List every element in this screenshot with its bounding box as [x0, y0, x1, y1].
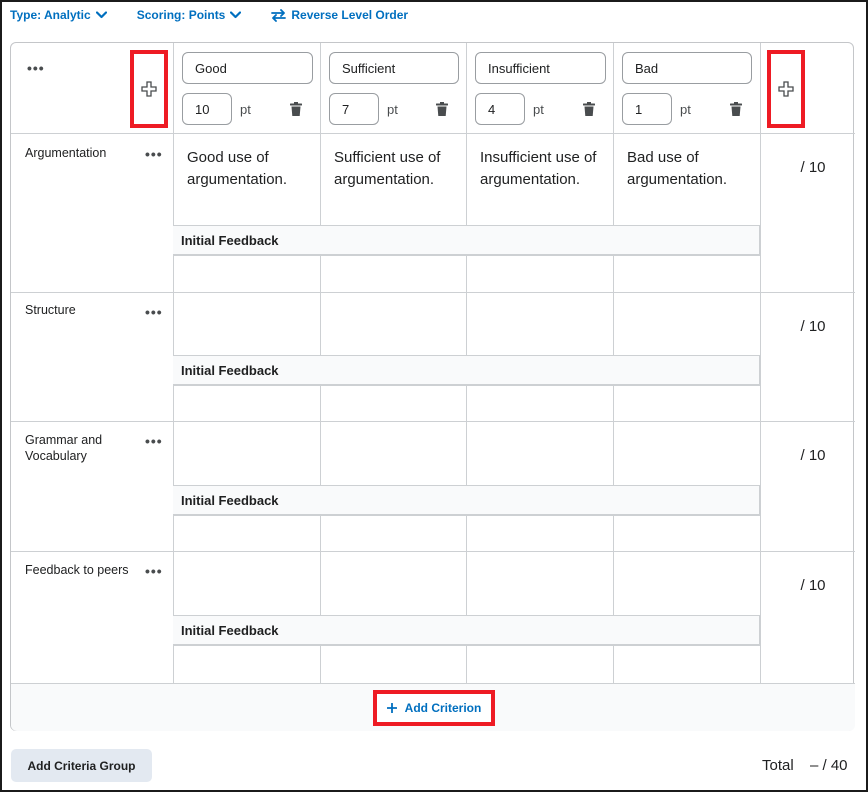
criterion-score: / 10: [800, 159, 826, 176]
level-points-input[interactable]: 7: [329, 93, 379, 125]
row-divider: [11, 421, 855, 422]
row-divider: [11, 551, 855, 552]
rubric-table: ••• Good 10 pt Sufficient 7 pt Insuffici…: [10, 42, 855, 731]
criterion-name[interactable]: Feedback to peers: [25, 562, 135, 578]
reverse-level-order-button[interactable]: Reverse Level Order: [271, 8, 408, 22]
initial-feedback-header: Initial Feedback: [173, 225, 760, 255]
criterion-score: / 10: [800, 577, 826, 594]
level-description[interactable]: Good use of argumentation.: [187, 147, 312, 191]
points-unit: pt: [240, 102, 251, 117]
level-name-input[interactable]: Sufficient: [329, 52, 459, 84]
criterion-name[interactable]: Structure: [25, 302, 135, 318]
header-more-options-icon[interactable]: •••: [27, 61, 45, 75]
total-value: – / 40: [810, 757, 848, 774]
plus-icon: [141, 81, 157, 97]
level-name-input[interactable]: Bad: [622, 52, 752, 84]
add-level-left-button[interactable]: [130, 50, 168, 128]
criterion-name[interactable]: Grammar and Vocabulary: [25, 432, 135, 464]
points-unit: pt: [533, 102, 544, 117]
row-divider: [173, 515, 760, 516]
trash-icon[interactable]: [583, 102, 595, 116]
level-name-input[interactable]: Insufficient: [475, 52, 606, 84]
criterion-score: / 10: [800, 318, 826, 335]
type-dropdown[interactable]: Type: Analytic: [10, 8, 107, 22]
reverse-level-order-label: Reverse Level Order: [291, 8, 409, 22]
level-description[interactable]: Bad use of argumentation.: [627, 147, 752, 191]
row-divider: [11, 292, 855, 293]
trash-icon[interactable]: [730, 102, 742, 116]
criterion-score: / 10: [800, 447, 826, 464]
points-unit: pt: [680, 102, 691, 117]
level-points-input[interactable]: 4: [475, 93, 525, 125]
criterion-name[interactable]: Argumentation: [25, 145, 135, 161]
initial-feedback-header: Initial Feedback: [173, 485, 760, 515]
add-criteria-group-button[interactable]: Add Criteria Group: [11, 749, 152, 782]
level-points-input[interactable]: 1: [622, 93, 672, 125]
chevron-down-icon: [230, 11, 242, 19]
points-unit: pt: [387, 102, 398, 117]
level-description[interactable]: Sufficient use of argumentation.: [334, 147, 459, 191]
rubric-toolbar: Type: Analytic Scoring: Points Reverse L…: [10, 6, 408, 24]
chevron-down-icon: [95, 11, 107, 19]
plus-icon: [386, 703, 397, 713]
add-criterion-label: Add Criterion: [404, 701, 482, 715]
plus-icon: [778, 81, 794, 97]
criterion-more-options-icon[interactable]: •••: [145, 564, 163, 578]
initial-feedback-header: Initial Feedback: [173, 615, 760, 645]
add-level-right-button[interactable]: [767, 50, 805, 128]
level-name-input[interactable]: Good: [182, 52, 313, 84]
trash-icon[interactable]: [290, 102, 302, 116]
row-divider: [173, 645, 760, 646]
column-divider: [760, 43, 761, 683]
initial-feedback-header: Initial Feedback: [173, 355, 760, 385]
row-divider: [11, 133, 855, 134]
type-label: Type: Analytic: [10, 8, 91, 22]
trash-icon[interactable]: [436, 102, 448, 116]
criterion-more-options-icon[interactable]: •••: [145, 434, 163, 448]
add-criterion-button[interactable]: Add Criterion: [373, 690, 495, 726]
level-description[interactable]: Insufficient use of argumentation.: [480, 147, 605, 191]
scoring-label: Scoring: Points: [136, 8, 226, 22]
criterion-more-options-icon[interactable]: •••: [145, 147, 163, 161]
scoring-dropdown[interactable]: Scoring: Points: [137, 8, 242, 22]
total-label: Total: [762, 757, 794, 774]
rubric-footer: Add Criterion: [11, 683, 855, 731]
row-divider: [173, 385, 760, 386]
row-divider: [173, 255, 760, 256]
swap-arrows-icon: [271, 8, 287, 22]
criterion-more-options-icon[interactable]: •••: [145, 305, 163, 319]
level-points-input[interactable]: 10: [182, 93, 232, 125]
